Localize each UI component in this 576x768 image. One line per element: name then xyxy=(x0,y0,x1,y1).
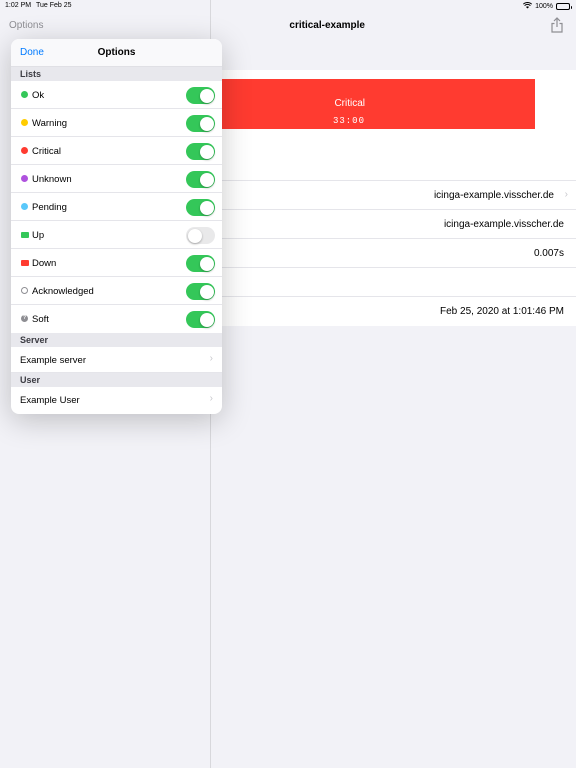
toggle-knob xyxy=(199,88,214,103)
toggle-up[interactable] xyxy=(186,227,215,244)
list-row-label: Down xyxy=(32,258,57,269)
list-row-ok: Ok xyxy=(11,81,222,109)
list-row-soft: ? Soft xyxy=(11,305,222,333)
user-row[interactable]: Example User › xyxy=(11,387,222,413)
toggle-acknowledged[interactable] xyxy=(186,283,215,300)
share-icon[interactable] xyxy=(550,17,564,33)
toggle-knob xyxy=(199,312,214,327)
list-row-acknowledged: Acknowledged xyxy=(11,277,222,305)
list-row-label: Acknowledged xyxy=(32,286,94,297)
detail-pane: critical-example Critical 33:00 icinga-e… xyxy=(211,0,576,768)
status-bar: 1:02 PM Tue Feb 25 100% xyxy=(0,0,576,12)
chevron-right-icon: › xyxy=(209,393,213,404)
status-dot-icon xyxy=(21,203,28,210)
status-dot-icon xyxy=(21,147,28,154)
toggle-ok[interactable] xyxy=(186,87,215,104)
list-row-warning: Warning xyxy=(11,109,222,137)
status-square-icon xyxy=(21,232,29,238)
status-dot-icon xyxy=(21,119,28,126)
detail-row-exec-time-value: 0.007s xyxy=(533,248,564,259)
server-row-label: Example server xyxy=(20,355,86,366)
list-row-unknown: Unknown xyxy=(11,165,222,193)
list-row-label: Up xyxy=(32,230,45,241)
question-circle-icon: ? xyxy=(21,315,28,322)
list-row-label: Unknown xyxy=(32,174,72,185)
list-row-label: Critical xyxy=(32,146,62,157)
toggle-pending[interactable] xyxy=(186,199,215,216)
toggle-knob xyxy=(199,284,214,299)
toggle-unknown[interactable] xyxy=(186,171,215,188)
list-row-critical: Critical xyxy=(11,137,222,165)
toggle-knob xyxy=(199,256,214,271)
status-banner-label: Critical xyxy=(334,98,365,109)
list-row-label: Ok xyxy=(32,90,45,101)
toggle-soft[interactable] xyxy=(186,311,215,328)
status-dot-icon xyxy=(21,175,28,182)
status-date: Tue Feb 25 xyxy=(36,2,72,9)
detail-row-address: icinga-example.visscher.de xyxy=(211,209,576,238)
user-row-label: Example User xyxy=(20,395,80,406)
detail-title: critical-example xyxy=(289,20,365,31)
battery-icon xyxy=(556,3,572,10)
list-row-label: Soft xyxy=(32,314,49,325)
toggle-warning[interactable] xyxy=(186,115,215,132)
section-header-user: User xyxy=(11,373,222,387)
options-nav-button[interactable]: Options xyxy=(9,20,43,31)
status-square-icon xyxy=(21,260,29,266)
detail-row-exec-time: 0.007s xyxy=(211,238,576,267)
section-header-lists: Lists xyxy=(11,67,222,81)
popover-header: Done Options xyxy=(11,39,222,67)
list-row-pending: Pending xyxy=(11,193,222,221)
wifi-icon xyxy=(523,2,533,11)
list-row-up: Up xyxy=(11,221,222,249)
toggle-knob xyxy=(199,116,214,131)
toggle-knob xyxy=(199,144,214,159)
chevron-right-icon: › xyxy=(209,353,213,364)
toggle-down[interactable] xyxy=(186,255,215,272)
status-banner-time: 33:00 xyxy=(332,116,365,126)
battery-percent: 100% xyxy=(535,3,553,10)
status-banner: Critical 33:00 xyxy=(211,79,535,129)
acknowledged-ring-icon xyxy=(21,287,28,294)
list-row-label: Pending xyxy=(32,202,67,213)
status-right: 100% xyxy=(523,2,572,11)
toggle-knob xyxy=(199,200,214,215)
detail-row-address-value: icinga-example.visscher.de xyxy=(443,219,564,230)
detail-row-last-check-value: Feb 25, 2020 at 1:01:46 PM xyxy=(440,306,564,317)
list-row-down: Down xyxy=(11,249,222,277)
section-header-server: Server xyxy=(11,333,222,347)
server-row[interactable]: Example server › xyxy=(11,347,222,373)
status-time: 1:02 PM xyxy=(5,2,32,9)
options-popover: Done Options Lists Ok Warning Critical Unkn… xyxy=(11,39,222,414)
lists-section: Ok Warning Critical Unknown Pending Up Down Ack… xyxy=(11,81,222,333)
toggle-critical[interactable] xyxy=(186,143,215,160)
detail-body: Critical 33:00 icinga-example.visscher.d… xyxy=(211,70,576,326)
detail-row-host-value: icinga-example.visscher.de xyxy=(433,190,554,201)
chevron-right-icon: › xyxy=(564,189,568,200)
detail-row-last-check: Feb 25, 2020 at 1:01:46 PM xyxy=(211,296,576,325)
toggle-knob xyxy=(187,228,202,243)
list-row-label: Warning xyxy=(32,118,68,129)
detail-row-empty xyxy=(211,267,576,296)
detail-row-host[interactable]: icinga-example.visscher.de › xyxy=(211,180,576,209)
toggle-knob xyxy=(199,172,214,187)
status-dot-icon xyxy=(21,91,28,98)
popover-title: Options xyxy=(97,47,136,58)
